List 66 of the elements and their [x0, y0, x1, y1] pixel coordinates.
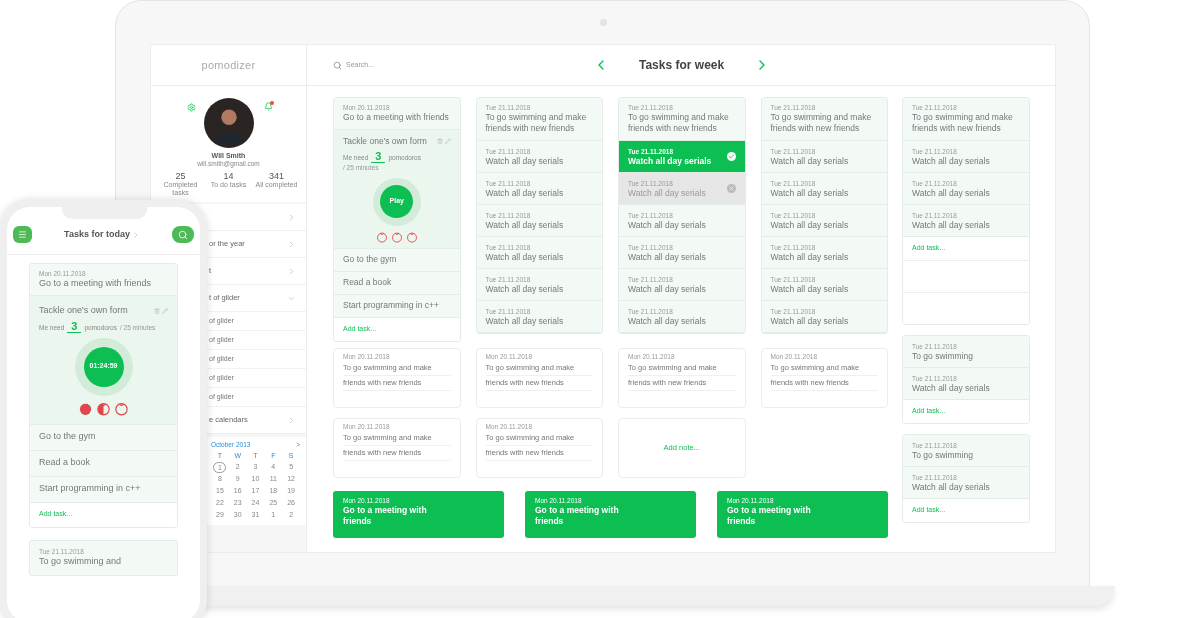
task-title: To go swimming and	[39, 555, 123, 567]
task-title: Watch all day serials	[485, 283, 564, 295]
chevron-right-icon	[287, 415, 296, 425]
search-button[interactable]	[172, 226, 194, 243]
stat-value: 25	[175, 171, 186, 181]
task-title: Tackle one's own form	[39, 304, 128, 317]
trash-icon[interactable]	[154, 307, 160, 314]
task-title: To go swimming and make friends with new friends	[485, 112, 588, 134]
task-title: Watch all day serials	[628, 219, 706, 231]
task-title: Watch all day serials	[770, 283, 849, 295]
task-title: Watch all day serials	[912, 155, 990, 167]
trash-icon[interactable]	[436, 138, 443, 145]
task-title: Go to a meeting with friends	[343, 112, 450, 123]
edit-icon[interactable]	[162, 307, 168, 314]
task-title: Watch all day serials	[485, 251, 564, 263]
task-title: Watch all day serials	[628, 283, 706, 295]
task-title: To go swimming and make friends with new friends	[770, 112, 873, 134]
task-row[interactable]: Read a book	[334, 271, 460, 295]
task-title: To go swimming	[912, 449, 973, 461]
task-title: Go to a meeting with friends	[343, 504, 428, 527]
logo[interactable]: pomodizer	[201, 56, 256, 74]
task-title: Watch all day serials	[912, 187, 990, 199]
task-title: Watch all day serials	[912, 219, 990, 231]
task-title: Watch all day serials	[770, 155, 849, 167]
task-title: To go swimming and make friends with new friends	[628, 112, 730, 134]
avatar	[203, 98, 254, 148]
chevron-right-icon	[287, 266, 296, 276]
task-title: Tackle one's own form	[343, 135, 427, 148]
task-title: Watch all day serials	[628, 155, 712, 167]
task-title: Watch all day serials	[770, 315, 849, 327]
task-row[interactable]: Go to the gym	[334, 248, 460, 272]
edit-icon[interactable]	[444, 138, 451, 145]
chevron-right-icon	[287, 212, 296, 222]
task-title: Go to a meeting with friends	[39, 278, 153, 289]
task-title: Watch all day serials	[485, 315, 564, 327]
task-title: Watch all day serials	[912, 481, 990, 493]
task-title: Watch all day serials	[770, 251, 849, 263]
menu-button[interactable]	[13, 226, 32, 243]
task-row[interactable]: Start programming in c++	[334, 294, 460, 318]
task-title: Watch all day serials	[770, 187, 849, 199]
chevron-right-icon	[287, 239, 296, 249]
bell-icon[interactable]	[264, 102, 273, 111]
task-title: Watch all day serials	[912, 382, 990, 394]
task-title: Go to a meeting with friends	[727, 504, 812, 527]
check-icon[interactable]	[726, 152, 736, 161]
task-title: Watch all day serials	[485, 155, 564, 167]
task-row[interactable]: Read a book	[30, 450, 177, 477]
task-title: Watch all day serials	[485, 187, 564, 199]
stat-value: 341	[269, 171, 284, 181]
task-title: To go swimming	[912, 350, 973, 362]
task-title: Watch all day serials	[628, 251, 706, 263]
search-icon	[178, 229, 188, 240]
stat-value: 14	[223, 171, 234, 181]
task-title: To go swimming and make friends with new friends	[912, 112, 1014, 134]
page-title: Tasks for week	[639, 57, 725, 74]
menu-icon	[18, 230, 27, 239]
search-icon	[333, 60, 342, 70]
phone-title: Tasks for today	[64, 227, 130, 241]
task-title: Watch all day serials	[485, 219, 564, 231]
task-row[interactable]: Go to the gym	[30, 424, 177, 451]
settings-icon[interactable]	[187, 103, 196, 112]
task-title: Watch all day serials	[770, 219, 849, 231]
task-title: Watch all day serials	[628, 315, 706, 327]
task-title: Go to a meeting with friends	[535, 504, 620, 527]
task-row[interactable]: Start programming in c++	[30, 476, 177, 503]
task-title: Watch all day serials	[628, 187, 706, 199]
